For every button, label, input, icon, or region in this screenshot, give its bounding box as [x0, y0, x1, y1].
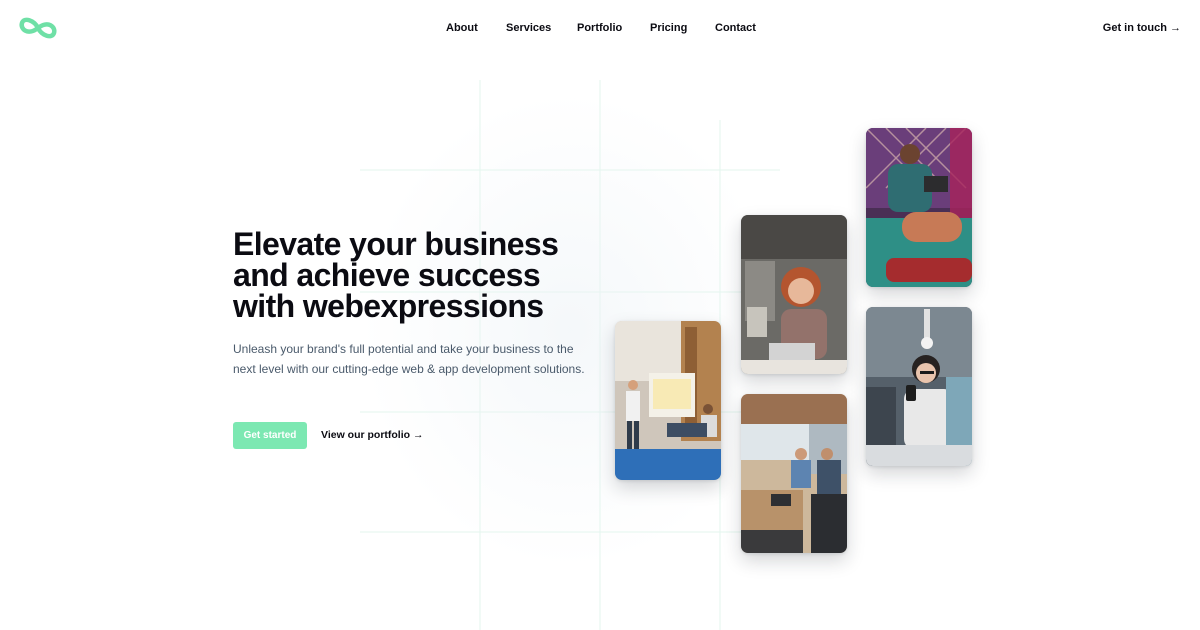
nav-portfolio[interactable]: Portfolio [577, 20, 622, 36]
man-tablet-photo [866, 128, 972, 287]
hero-title: Elevate your business and achieve succes… [233, 228, 613, 324]
office-meeting-photo [741, 394, 847, 553]
woman-phone-photo [866, 307, 972, 466]
get-started-button[interactable]: Get started [233, 422, 307, 449]
hero-title-line-3: with webexpressions [233, 288, 544, 324]
nav-services[interactable]: Services [506, 20, 551, 36]
nav-about[interactable]: About [446, 20, 478, 36]
main-nav: About Services Portfolio Pricing Contact [0, 20, 1200, 36]
view-portfolio-link[interactable]: View our portfolio → [321, 428, 423, 442]
team-presentation-photo [615, 321, 721, 480]
hero-subtitle: Unleash your brand's full potential and … [233, 342, 585, 376]
nav-pricing[interactable]: Pricing [650, 20, 687, 36]
nav-contact[interactable]: Contact [715, 20, 756, 36]
woman-laptop-photo [741, 215, 847, 374]
get-in-touch-link[interactable]: Get in touch → [1103, 20, 1181, 36]
